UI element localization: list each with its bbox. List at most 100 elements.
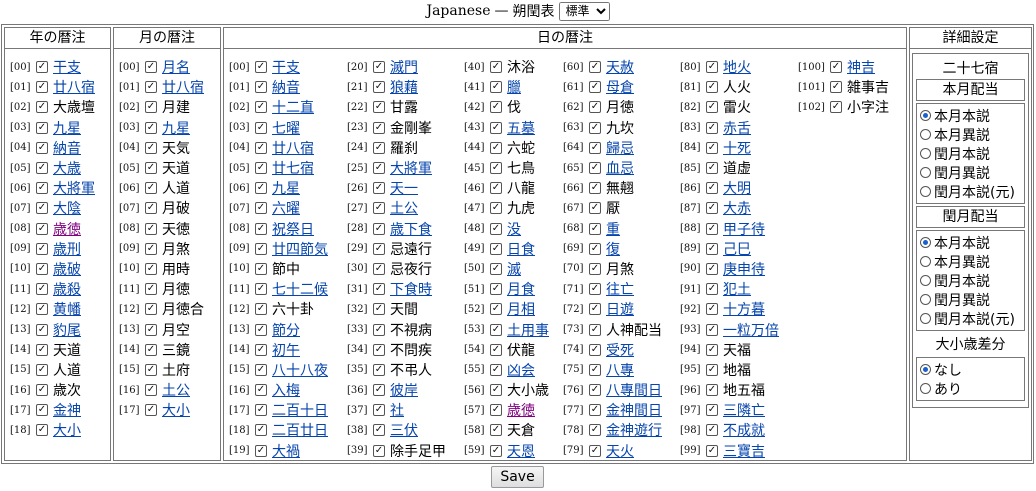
item-link[interactable]: 大將軍	[390, 158, 432, 178]
item-checkbox[interactable]	[373, 141, 385, 154]
item-link[interactable]: 大將軍	[53, 178, 95, 198]
radio-option[interactable]: 本月本説	[920, 106, 1021, 125]
item-link[interactable]: 九星	[272, 178, 300, 198]
item-checkbox[interactable]	[145, 81, 157, 94]
item-checkbox[interactable]	[255, 283, 267, 296]
item-link[interactable]: 己巳	[723, 239, 751, 259]
item-checkbox[interactable]	[589, 404, 601, 417]
item-checkbox[interactable]	[373, 81, 385, 94]
item-checkbox[interactable]	[706, 424, 718, 437]
item-link[interactable]: 入梅	[272, 380, 300, 400]
radio-button[interactable]	[920, 237, 931, 248]
item-link[interactable]: 干支	[53, 57, 81, 77]
item-link[interactable]: 二百十日	[272, 400, 328, 420]
item-link[interactable]: 三寶吉	[723, 441, 765, 461]
item-link[interactable]: 土公	[390, 198, 418, 218]
item-checkbox[interactable]	[706, 404, 718, 417]
item-checkbox[interactable]	[145, 262, 157, 275]
item-checkbox[interactable]	[255, 343, 267, 356]
mode-select[interactable]: 標準	[558, 1, 610, 21]
item-link[interactable]: 甲子待	[723, 219, 765, 239]
item-checkbox[interactable]	[490, 202, 502, 215]
item-checkbox[interactable]	[490, 182, 502, 195]
item-checkbox[interactable]	[706, 222, 718, 235]
item-link[interactable]: 下食時	[390, 279, 432, 299]
item-checkbox[interactable]	[255, 363, 267, 376]
item-checkbox[interactable]	[490, 121, 502, 134]
item-checkbox[interactable]	[255, 81, 267, 94]
item-link[interactable]: 歳破	[53, 259, 81, 279]
item-link[interactable]: 血忌	[606, 158, 634, 178]
item-checkbox[interactable]	[145, 141, 157, 154]
item-link[interactable]: 黄幡	[53, 299, 81, 319]
item-link[interactable]: 大明	[723, 178, 751, 198]
item-checkbox[interactable]	[145, 283, 157, 296]
item-link[interactable]: 復	[606, 239, 620, 259]
item-checkbox[interactable]	[255, 242, 267, 255]
item-link[interactable]: 歳殺	[53, 279, 81, 299]
item-checkbox[interactable]	[373, 384, 385, 397]
radio-button[interactable]	[920, 313, 931, 324]
item-checkbox[interactable]	[373, 262, 385, 275]
item-link[interactable]: 九星	[162, 118, 190, 138]
item-link[interactable]: 歳下食	[390, 219, 432, 239]
item-checkbox[interactable]	[145, 242, 157, 255]
item-checkbox[interactable]	[490, 343, 502, 356]
item-checkbox[interactable]	[490, 61, 502, 74]
item-link[interactable]: 月相	[507, 299, 535, 319]
item-checkbox[interactable]	[490, 283, 502, 296]
item-checkbox[interactable]	[145, 61, 157, 74]
item-checkbox[interactable]	[589, 101, 601, 114]
radio-option[interactable]: 閏月本説	[920, 144, 1021, 163]
item-link[interactable]: 廿七宿	[272, 158, 314, 178]
item-link[interactable]: 五墓	[507, 118, 535, 138]
item-checkbox[interactable]	[589, 384, 601, 397]
item-link[interactable]: 天火	[606, 441, 634, 461]
item-checkbox[interactable]	[373, 61, 385, 74]
item-checkbox[interactable]	[36, 343, 48, 356]
item-checkbox[interactable]	[36, 202, 48, 215]
item-checkbox[interactable]	[145, 162, 157, 175]
item-checkbox[interactable]	[490, 384, 502, 397]
radio-option[interactable]: 閏月本説(元)	[920, 309, 1021, 328]
item-link[interactable]: 歳徳	[53, 219, 81, 239]
item-checkbox[interactable]	[490, 424, 502, 437]
item-checkbox[interactable]	[255, 162, 267, 175]
item-checkbox[interactable]	[36, 162, 48, 175]
item-checkbox[interactable]	[589, 222, 601, 235]
item-checkbox[interactable]	[255, 121, 267, 134]
item-link[interactable]: 干支	[272, 57, 300, 77]
item-checkbox[interactable]	[589, 182, 601, 195]
item-link[interactable]: 七十二候	[272, 279, 328, 299]
item-link[interactable]: 天赦	[606, 57, 634, 77]
item-checkbox[interactable]	[373, 424, 385, 437]
item-link[interactable]: 月食	[507, 279, 535, 299]
radio-button[interactable]	[920, 364, 931, 375]
item-checkbox[interactable]	[255, 61, 267, 74]
item-link[interactable]: 廿八宿	[53, 77, 95, 97]
item-checkbox[interactable]	[490, 81, 502, 94]
item-checkbox[interactable]	[373, 101, 385, 114]
item-link[interactable]: 滅門	[390, 57, 418, 77]
item-checkbox[interactable]	[373, 363, 385, 376]
item-checkbox[interactable]	[255, 262, 267, 275]
item-checkbox[interactable]	[255, 323, 267, 336]
item-checkbox[interactable]	[255, 384, 267, 397]
radio-option[interactable]: 閏月本説(元)	[920, 182, 1021, 201]
item-checkbox[interactable]	[706, 262, 718, 275]
item-link[interactable]: 大禍	[272, 441, 300, 461]
item-link[interactable]: 九星	[53, 118, 81, 138]
item-checkbox[interactable]	[706, 283, 718, 296]
item-checkbox[interactable]	[255, 303, 267, 316]
item-link[interactable]: 日遊	[606, 299, 634, 319]
item-link[interactable]: 彼岸	[390, 380, 418, 400]
item-link[interactable]: 金神	[53, 400, 81, 420]
item-link[interactable]: 納音	[53, 138, 81, 158]
item-checkbox[interactable]	[490, 162, 502, 175]
item-checkbox[interactable]	[589, 323, 601, 336]
item-checkbox[interactable]	[255, 182, 267, 195]
item-link[interactable]: 節分	[272, 320, 300, 340]
save-button[interactable]: Save	[491, 466, 544, 488]
item-checkbox[interactable]	[255, 202, 267, 215]
item-link[interactable]: 往亡	[606, 279, 634, 299]
